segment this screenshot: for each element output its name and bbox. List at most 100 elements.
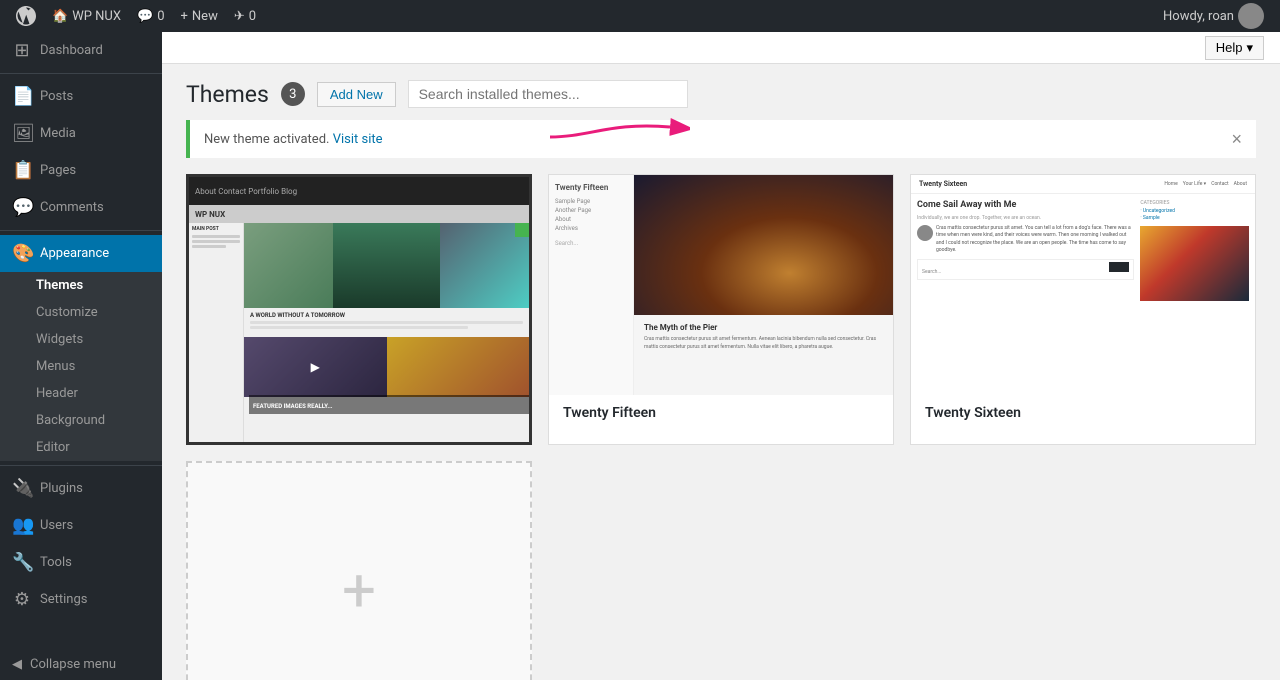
wp-logo-button[interactable] — [8, 0, 44, 32]
tf-nav: WP NUX — [189, 205, 529, 223]
updates-button[interactable]: ✈ 0 — [226, 0, 264, 32]
tf-featured-text: FEATURED IMAGES REALLY... — [253, 403, 333, 410]
submenu-item-label: Customize — [36, 305, 98, 320]
notice-message: New theme activated. — [204, 132, 329, 147]
sidebar-item-appearance[interactable]: 🎨 Appearance — [0, 235, 162, 272]
theme-screenshot: Twenty Fifteen Sample Page Another Page … — [549, 175, 893, 395]
tfif-hero — [634, 175, 893, 315]
tools-icon: 🔧 — [12, 552, 32, 573]
tfif-hero-gradient — [634, 175, 893, 315]
notice-text: New theme activated. Visit site — [204, 132, 383, 147]
submenu-background[interactable]: Background — [0, 407, 162, 434]
admin-bar: 🏠 WP NUX 💬 0 + New ✈ 0 Howdy, roan — [0, 0, 1280, 32]
submenu-widgets[interactable]: Widgets — [0, 326, 162, 353]
users-icon: 👥 — [12, 515, 32, 536]
site-name-button[interactable]: 🏠 WP NUX — [44, 0, 129, 32]
tfs-nav-home: Home — [1164, 181, 1177, 187]
site-name: WP NUX — [72, 9, 121, 24]
sidebar-item-posts[interactable]: 📄 Posts — [0, 78, 162, 115]
submenu-item-label: Themes — [36, 278, 83, 293]
sidebar-item-dashboard[interactable]: ⊞ Dashboard — [0, 32, 162, 69]
tfif-sidebar: Twenty Fifteen Sample Page Another Page … — [549, 175, 634, 395]
tf-text-line2 — [250, 326, 468, 329]
tf-post-title: A WORLD WITHOUT A TOMORROW — [250, 312, 523, 319]
themes-page: Themes 3 Add New New theme activated. Vi… — [162, 64, 1280, 680]
theme-info: Active: Twenty Fourteen Customize — [189, 442, 529, 445]
sidebar-item-media[interactable]: 🖼 Media — [0, 115, 162, 152]
submenu-editor[interactable]: Editor — [0, 434, 162, 461]
sidebar-item-tools[interactable]: 🔧 Tools — [0, 544, 162, 581]
tfs-content: Come Sail Away with Me Individually, we … — [911, 194, 1255, 307]
submenu-menus[interactable]: Menus — [0, 353, 162, 380]
tf-img5 — [387, 337, 530, 397]
notice-dismiss-button[interactable]: × — [1231, 130, 1242, 148]
sidebar-item-plugins[interactable]: 🔌 Plugins — [0, 470, 162, 507]
avatar-icon — [1238, 3, 1264, 29]
tfs-nav-about: Your Life ▾ — [1183, 181, 1206, 187]
comments-button[interactable]: 💬 0 — [129, 0, 173, 32]
add-theme-plus-icon: + — [342, 561, 376, 621]
tf-img2 — [333, 223, 440, 308]
tfs-post-body: Cras mattis consectetur purus sit amet. … — [917, 225, 1134, 255]
themes-grid: About Contact Portfolio Blog WP NUX MAIN… — [186, 174, 1256, 680]
help-button[interactable]: Help ▾ — [1205, 36, 1264, 60]
comments-menu-icon: 💬 — [12, 197, 32, 218]
sidebar-item-label: Users — [40, 518, 73, 533]
content-area: Help ▾ Themes 3 Add New New theme activa… — [162, 32, 1280, 680]
add-new-button[interactable]: Add New — [317, 82, 396, 107]
arrow-svg — [530, 112, 690, 162]
tfif-nav-item3: About — [555, 216, 627, 223]
sidebar-item-pages[interactable]: 📋 Pages — [0, 152, 162, 189]
submenu-themes[interactable]: Themes — [0, 272, 162, 299]
theme-info: Twenty Fifteen — [549, 395, 893, 431]
tfs-search-btn — [1109, 262, 1129, 272]
help-bar: Help ▾ — [162, 32, 1280, 64]
search-themes-input[interactable] — [408, 80, 688, 108]
tf-text-content: A WORLD WITHOUT A TOMORROW — [244, 308, 529, 335]
tf-sidebar-line — [192, 245, 226, 248]
new-content-button[interactable]: + New — [173, 0, 226, 32]
dismiss-icon: × — [1231, 129, 1242, 149]
posts-icon: 📄 — [12, 86, 32, 107]
page-title: Themes — [186, 81, 269, 108]
pages-icon: 📋 — [12, 160, 32, 181]
tf-text-line1 — [250, 321, 523, 324]
themes-count-badge: 3 — [281, 82, 305, 106]
tfs-categories-title: CATEGORIES — [1140, 200, 1249, 206]
arrow-decoration — [530, 112, 690, 166]
user-menu[interactable]: Howdy, roan — [1155, 0, 1272, 32]
tfs-nav-about2: About — [1234, 181, 1247, 187]
sidebar-item-comments[interactable]: 💬 Comments — [0, 189, 162, 226]
theme-card-twentysixteen[interactable]: Twenty Sixteen Home Your Life ▾ Contact … — [910, 174, 1256, 445]
tfs-cat2: · Sample — [1140, 215, 1249, 221]
tfs-thumbnail — [1140, 226, 1249, 301]
plus-icon: + — [181, 9, 188, 24]
tfif-nav-item: Sample Page — [555, 198, 627, 205]
collapse-menu-button[interactable]: ◀ Collapse menu — [0, 649, 162, 680]
tf-second-row: ▶ — [244, 337, 529, 397]
submenu-customize[interactable]: Customize — [0, 299, 162, 326]
theme-name: Twenty Fifteen — [563, 405, 656, 421]
submenu-item-label: Menus — [36, 359, 75, 374]
chevron-down-icon: ▾ — [1246, 40, 1253, 56]
theme-card-twentyfifteen[interactable]: Twenty Fifteen Sample Page Another Page … — [548, 174, 894, 445]
theme-name: Twenty Sixteen — [925, 405, 1021, 421]
appearance-icon: 🎨 — [12, 243, 32, 264]
tfs-cat1: · Uncategorized — [1140, 208, 1249, 214]
tfif-post-preview: The Myth of the Pier Cras mattis consect… — [634, 315, 893, 359]
add-theme-placeholder[interactable]: + — [186, 461, 532, 680]
sidebar-item-label: Settings — [40, 592, 87, 607]
tfif-meta: Search... — [555, 240, 627, 247]
tf-img1 — [244, 223, 333, 308]
sidebar-item-settings[interactable]: ⚙ Settings — [0, 581, 162, 618]
submenu-header[interactable]: Header — [0, 380, 162, 407]
theme-card-twentyfourteen[interactable]: About Contact Portfolio Blog WP NUX MAIN… — [186, 174, 532, 445]
submenu-item-label: Editor — [36, 440, 70, 455]
visit-site-link[interactable]: Visit site — [333, 132, 383, 147]
tfs-widget: Search... — [917, 259, 1134, 280]
tf-site-title-text: WP NUX — [195, 210, 225, 219]
sidebar-item-label: Comments — [40, 200, 104, 215]
dashboard-icon: ⊞ — [12, 40, 32, 61]
sidebar-item-label: Pages — [40, 163, 76, 178]
sidebar-item-users[interactable]: 👥 Users — [0, 507, 162, 544]
